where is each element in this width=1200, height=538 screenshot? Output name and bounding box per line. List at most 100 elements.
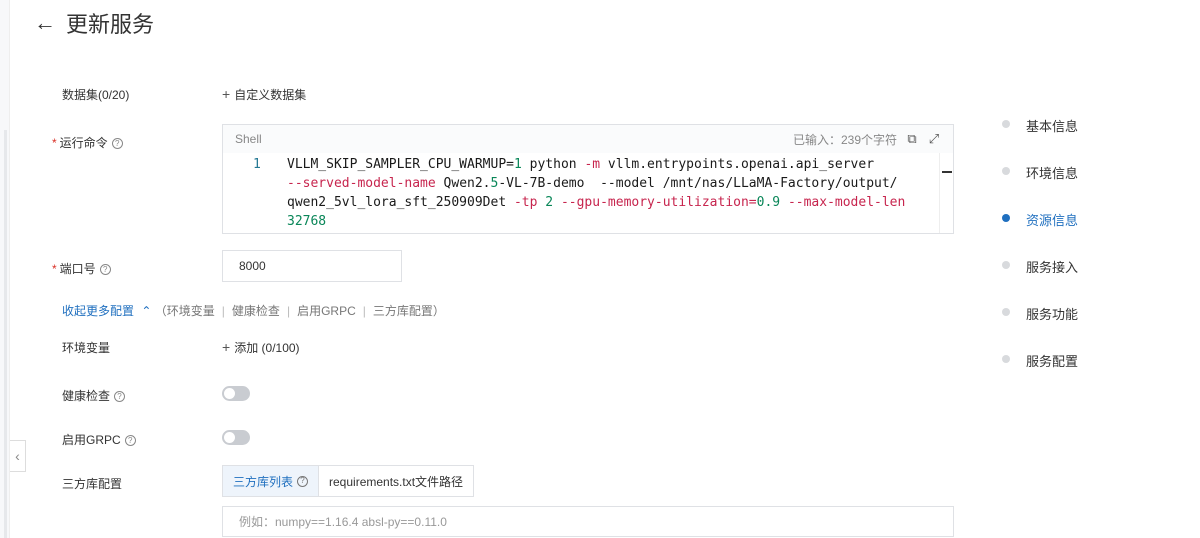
page-header: ← 更新服务 [34, 8, 154, 38]
expand-icon[interactable]: ⤢ [927, 132, 941, 146]
dataset-label: 数据集(0/20) [62, 88, 130, 102]
editor-tools: 已输入：239个字符 ⧉ ⤢ [793, 131, 941, 148]
tab-library-list-label: 三方库列表 [233, 474, 294, 489]
add-custom-dataset-button[interactable]: + 自定义数据集 [222, 86, 306, 103]
help-icon[interactable]: ? [111, 138, 123, 150]
code-line: 32768 [287, 212, 927, 231]
anchor-dot-icon [1002, 308, 1010, 316]
anchor-item[interactable]: 基本信息 [1000, 116, 1078, 163]
plus-icon: + [222, 86, 231, 102]
anchor-dot-icon [1002, 355, 1010, 363]
anchor-item-label: 资源信息 [1026, 213, 1079, 228]
help-icon[interactable]: ? [124, 435, 136, 447]
more-config-item: 健康检查 [231, 304, 280, 318]
more-config-item: 三方库配置 [372, 304, 433, 318]
code-line: --served-model-name Qwen2.5-VL-7B-demo -… [287, 174, 927, 193]
anchor-item-label: 服务配置 [1026, 354, 1079, 369]
back-arrow-icon[interactable]: ← [34, 10, 58, 36]
anchor-item[interactable]: 环境信息 [1000, 163, 1078, 210]
code-area[interactable]: 1 VLLM_SKIP_SAMPLER_CPU_WARMUP=1 python … [223, 153, 937, 233]
library-list-input[interactable]: 例如：numpy==1.16.4 absl-py==0.11.0 [222, 506, 954, 537]
line-number: 1 [253, 157, 261, 172]
code-token: -tp [513, 195, 538, 210]
command-label: 运行命令 [59, 136, 108, 150]
anchor-nav: 基本信息环境信息资源信息服务接入服务功能服务配置 [1000, 116, 1078, 398]
more-config-item: 环境变量 [166, 304, 215, 318]
code-line: VLLM_SKIP_SAMPLER_CPU_WARMUP=1 python -m… [287, 155, 927, 174]
code-token: -m [584, 157, 601, 172]
add-env-button[interactable]: + 添加 (0/100) [222, 339, 300, 356]
divider: | [286, 304, 291, 318]
code-token: python [521, 157, 585, 172]
code-token: 32768 [287, 214, 327, 229]
tab-library-list[interactable]: 三方库列表? [223, 466, 320, 496]
health-check-toggle[interactable] [222, 386, 250, 401]
help-icon[interactable]: ? [114, 391, 126, 403]
grpc-label: 启用GRPC [62, 433, 121, 447]
code-token: VLLM_SKIP_SAMPLER_CPU_WARMUP= [287, 157, 514, 172]
scrollbar-thumb[interactable] [942, 171, 952, 173]
help-icon[interactable]: ? [99, 264, 111, 276]
paren-open: （ [154, 304, 167, 318]
char-count: 已输入：239个字符 [792, 132, 897, 147]
anchor-item[interactable]: 服务接入 [1000, 257, 1078, 304]
more-config-row: 收起更多配置 ⌃ （环境变量 | 健康检查 | 启用GRPC | 三方库配置） [62, 302, 445, 319]
collapse-sidebar-button[interactable]: ‹ [10, 440, 26, 472]
code-token: --gpu-memory-utilization= [560, 195, 757, 210]
anchor-item-label: 服务接入 [1026, 260, 1079, 275]
left-rail-bar [4, 130, 7, 538]
command-label-row: * 运行命令? [52, 134, 123, 151]
editor-language: Shell [235, 132, 262, 146]
editor-scrollbar[interactable] [939, 153, 953, 233]
required-mark: * [52, 136, 57, 150]
command-editor[interactable]: Shell 已输入：239个字符 ⧉ ⤢ 1 VLLM_SKIP_SAMPLER… [222, 124, 954, 234]
page-title: 更新服务 [66, 12, 155, 37]
code-text[interactable]: VLLM_SKIP_SAMPLER_CPU_WARMUP=1 python -m… [287, 155, 927, 231]
anchor-item-label: 服务功能 [1026, 307, 1079, 322]
anchor-item[interactable]: 服务功能 [1000, 304, 1078, 351]
more-config-item: 启用GRPC [297, 304, 356, 318]
anchor-dot-icon [1002, 167, 1010, 175]
divider: | [221, 304, 225, 318]
plus-icon: + [222, 339, 231, 355]
port-label-row: * 端口号? [52, 260, 111, 277]
anchor-dot-icon [1002, 261, 1010, 269]
chevron-up-icon[interactable]: ⌃ [141, 304, 151, 318]
code-token: vllm.entrypoints.openai.api_server [600, 157, 875, 172]
third-party-label: 三方库配置 [62, 477, 123, 491]
chevron-left-icon: ‹ [15, 448, 20, 464]
tab-requirements-path[interactable]: requirements.txt文件路径 [319, 466, 473, 496]
anchor-dot-icon [1002, 214, 1010, 222]
port-label: 端口号 [59, 262, 96, 276]
copy-icon[interactable]: ⧉ [905, 132, 919, 146]
third-party-tabs: 三方库列表? requirements.txt文件路径 [222, 465, 475, 497]
grpc-label-row: 启用GRPC? [62, 431, 136, 448]
port-input[interactable]: 8000 [222, 250, 402, 282]
left-rail [0, 0, 10, 538]
code-token: 1 [513, 157, 522, 172]
add-env-label: 添加 (0/100) [234, 341, 300, 355]
grpc-toggle[interactable] [222, 430, 250, 445]
divider: | [362, 304, 366, 318]
help-icon[interactable]: ? [297, 475, 309, 487]
collapse-more-config-link[interactable]: 收起更多配置 [62, 304, 134, 318]
code-token: 2 [545, 195, 554, 210]
anchor-item[interactable]: 服务配置 [1000, 351, 1078, 398]
anchor-item-label: 基本信息 [1026, 119, 1079, 134]
env-label: 环境变量 [62, 341, 111, 355]
add-custom-dataset-label: 自定义数据集 [234, 88, 307, 102]
anchor-item[interactable]: 资源信息 [1000, 210, 1078, 257]
paren-close: ） [432, 304, 445, 318]
health-label: 健康检查 [62, 389, 111, 403]
health-label-row: 健康检查? [62, 387, 126, 404]
code-token: Qwen2. [435, 176, 491, 191]
code-token: --served-model-name [287, 176, 436, 191]
anchor-item-label: 环境信息 [1026, 166, 1079, 181]
code-token: --max-model-len [787, 195, 906, 210]
code-token: -VL-7B-demo --model /mnt/nas/LLaMA-Facto… [498, 176, 898, 191]
required-mark: * [52, 262, 57, 276]
code-token: qwen2_5vl_lora_sft_250909Det [287, 195, 514, 210]
anchor-dot-icon [1002, 120, 1010, 128]
